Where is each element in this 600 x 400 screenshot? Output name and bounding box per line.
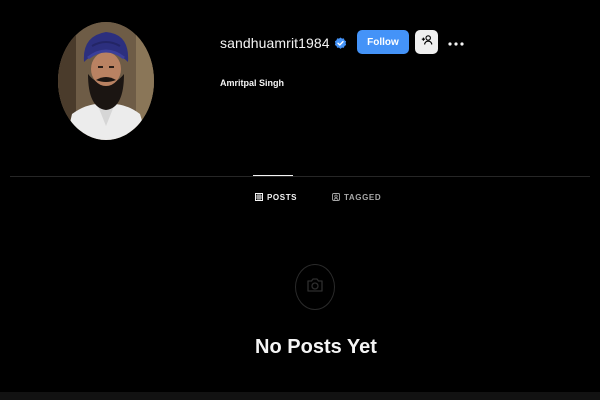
tabs-divider bbox=[10, 176, 590, 177]
full-name: Amritpal Singh bbox=[220, 78, 285, 88]
empty-state-title: No Posts Yet bbox=[255, 336, 377, 358]
more-horizontal-icon bbox=[448, 33, 464, 51]
tab-posts-label: POSTS bbox=[267, 192, 298, 202]
profile-page: sandhuamrit1984 Follow Amritpal Singh PO… bbox=[0, 0, 600, 400]
tab-posts[interactable]: POSTS bbox=[255, 191, 297, 203]
bottom-strip bbox=[0, 392, 600, 400]
username-row: sandhuamrit1984 bbox=[220, 32, 347, 54]
tab-tagged-label: TAGGED bbox=[344, 192, 382, 202]
tab-tagged[interactable]: TAGGED bbox=[332, 191, 381, 203]
add-person-icon bbox=[421, 33, 433, 51]
suggested-accounts-button[interactable] bbox=[415, 30, 438, 54]
follow-button[interactable]: Follow bbox=[357, 30, 409, 54]
camera-icon bbox=[306, 277, 324, 298]
tag-user-icon bbox=[332, 193, 340, 201]
active-tab-indicator bbox=[253, 175, 293, 176]
empty-state-camera bbox=[295, 264, 335, 310]
profile-avatar[interactable] bbox=[58, 22, 154, 140]
verified-badge-icon bbox=[334, 37, 347, 50]
more-options-button[interactable] bbox=[446, 33, 466, 51]
grid-icon bbox=[255, 193, 263, 201]
username: sandhuamrit1984 bbox=[220, 35, 330, 51]
avatar-photo bbox=[58, 22, 154, 140]
